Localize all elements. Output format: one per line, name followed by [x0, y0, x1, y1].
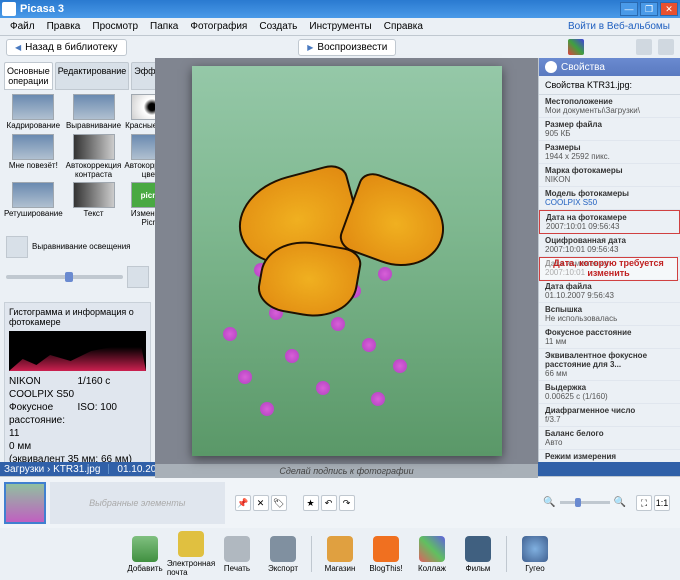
- property-row: Размеры1944 x 2592 пикс.: [539, 141, 680, 164]
- left-panel: Основные операции Редактирование Эффекты…: [0, 58, 155, 462]
- property-row: Дата изменения2007:10:01Дата, которую тр…: [539, 257, 680, 280]
- titlebar: Picasa 3 — ❐ ✕: [0, 0, 680, 18]
- property-row: МестоположениеМои документы\Загрузки\: [539, 95, 680, 118]
- properties-header: Свойства: [539, 58, 680, 76]
- property-row: ВспышкаНе использовалась: [539, 303, 680, 326]
- geotag-button[interactable]: Гугео: [513, 536, 557, 573]
- filmstrip-thumb[interactable]: [4, 482, 46, 524]
- zoom-slider[interactable]: [560, 501, 610, 504]
- properties-list[interactable]: МестоположениеМои документы\Загрузки\Раз…: [539, 95, 680, 462]
- slider-label: Выравнивание освещения: [32, 242, 131, 251]
- shop-button[interactable]: Магазин: [318, 536, 362, 573]
- fill-light-icon: [6, 236, 28, 258]
- annotation-label: Дата, которую требуется изменить: [539, 257, 678, 281]
- property-row: Дата на фотокамере2007:10:01 09:56:43: [539, 210, 680, 234]
- property-row: Марка фотокамерыNIKON: [539, 164, 680, 187]
- email-button[interactable]: Электронная почта: [169, 531, 213, 577]
- property-row: Размер файла905 КБ: [539, 118, 680, 141]
- tool-autocolor[interactable]: Автокоррекция цвета: [124, 134, 155, 180]
- properties-filename: Свойства KTR31.jpg:: [539, 76, 680, 95]
- property-row: Режим измеренияМатрица: [539, 450, 680, 462]
- property-row: Выдержка0.00625 с (1/160): [539, 381, 680, 404]
- histogram-panel: Гистограмма и информация о фотокамере NI…: [4, 302, 151, 462]
- tool-picnik[interactable]: picnikИзменить в Picnik: [124, 182, 155, 228]
- filmstrip: Выбранные элементы 📌 ✕ 🏷 ★ ↶ ↷ 🔍 🔍 ⛶ 1:1: [0, 476, 680, 528]
- fit-icon[interactable]: ⛶: [636, 495, 652, 511]
- gear-icon[interactable]: [545, 61, 557, 73]
- histogram-title: Гистограмма и информация о фотокамере: [9, 307, 146, 327]
- tool-lucky[interactable]: Мне повезёт!: [4, 134, 63, 180]
- menu-photo[interactable]: Фотография: [184, 21, 253, 32]
- menu-folder[interactable]: Папка: [144, 21, 184, 32]
- color-palette-icon[interactable]: [568, 39, 584, 55]
- tool-text[interactable]: Текст: [66, 182, 122, 228]
- minimize-button[interactable]: —: [620, 2, 638, 16]
- tab-edit[interactable]: Редактирование: [55, 62, 130, 90]
- actual-icon[interactable]: 1:1: [654, 495, 670, 511]
- photo[interactable]: [192, 66, 502, 456]
- export-button[interactable]: Экспорт: [261, 536, 305, 573]
- rotate-ccw-icon[interactable]: [636, 39, 652, 55]
- menu-help[interactable]: Справка: [378, 21, 429, 32]
- maximize-button[interactable]: ❐: [640, 2, 658, 16]
- signin-link[interactable]: Войти в Веб-альбомы: [562, 21, 676, 32]
- property-row: Фокусное расстояние11 мм: [539, 326, 680, 349]
- collage-button[interactable]: Коллаж: [410, 536, 454, 573]
- bottom-toolbar: Добавить Электронная почта Печать Экспор…: [0, 528, 680, 580]
- fill-light-slider[interactable]: [6, 275, 123, 279]
- zoom-in-icon[interactable]: 🔍: [614, 497, 626, 508]
- property-row: Диафрагменное числоf/3.7: [539, 404, 680, 427]
- reset-slider-icon[interactable]: [127, 266, 149, 288]
- menu-edit[interactable]: Правка: [41, 21, 87, 32]
- toolbar: ◀Назад в библиотеку ▶Воспроизвести: [0, 36, 680, 58]
- tab-basic[interactable]: Основные операции: [4, 62, 53, 90]
- tool-retouch[interactable]: Ретуширование: [4, 182, 63, 228]
- rotate-cw-icon[interactable]: [658, 39, 674, 55]
- film-button[interactable]: Фильм: [456, 536, 500, 573]
- menu-tools[interactable]: Инструменты: [303, 21, 377, 32]
- zoom-out-icon[interactable]: 🔍: [543, 497, 555, 508]
- menubar: Файл Правка Просмотр Папка Фотография Со…: [0, 18, 680, 36]
- histogram-chart: [9, 331, 146, 371]
- back-button[interactable]: ◀Назад в библиотеку: [6, 39, 127, 56]
- blog-button[interactable]: BlogThis!: [364, 536, 408, 573]
- hold-icon[interactable]: 📌: [235, 495, 251, 511]
- rotate-right-icon[interactable]: ↷: [339, 495, 355, 511]
- property-row: Дата файла01.10.2007 9:56:43: [539, 280, 680, 303]
- tool-crop[interactable]: Кадрирование: [4, 94, 63, 131]
- caption-input[interactable]: Сделай подпись к фотографии: [155, 464, 538, 478]
- tab-effects[interactable]: Эффекты: [131, 62, 155, 90]
- image-area: Сделай подпись к фотографии: [155, 58, 538, 462]
- shutter-speed: 1/160 с: [78, 375, 147, 401]
- menu-view[interactable]: Просмотр: [86, 21, 144, 32]
- status-file: Загрузки › KTR31.jpg: [4, 464, 100, 475]
- rotate-left-icon[interactable]: ↶: [321, 495, 337, 511]
- upload-button[interactable]: Добавить: [123, 536, 167, 573]
- tag-icon[interactable]: 🏷: [271, 495, 287, 511]
- star-icon[interactable]: ★: [303, 495, 319, 511]
- equiv-focal: (эквивалент 35 мм: 66 мм): [9, 453, 146, 462]
- window-title: Picasa 3: [20, 3, 618, 15]
- focal-length: Фокусное расстояние: 11: [9, 401, 78, 440]
- clear-icon[interactable]: ✕: [253, 495, 269, 511]
- tool-redeye[interactable]: Красные глаза: [124, 94, 155, 131]
- close-button[interactable]: ✕: [660, 2, 678, 16]
- play-button[interactable]: ▶Воспроизвести: [298, 39, 396, 56]
- tool-straighten[interactable]: Выравнивание: [66, 94, 122, 131]
- print-button[interactable]: Печать: [215, 536, 259, 573]
- property-row: Баланс белогоАвто: [539, 427, 680, 450]
- tool-autocontrast[interactable]: Автокоррекция контраста: [66, 134, 122, 180]
- app-icon: [2, 2, 16, 16]
- menu-create[interactable]: Создать: [253, 21, 303, 32]
- zoom-control[interactable]: 🔍 🔍: [543, 497, 626, 508]
- selection-tray[interactable]: Выбранные элементы: [50, 482, 225, 524]
- aperture: 0 мм: [9, 440, 78, 453]
- property-row: Эквивалентное фокусное расстояние для 3.…: [539, 349, 680, 381]
- iso-value: ISO: 100: [78, 401, 147, 440]
- camera-model: NIKON COOLPIX S50: [9, 375, 78, 401]
- properties-panel: Свойства Свойства KTR31.jpg: Местоположе…: [538, 58, 680, 462]
- property-row: Оцифрованная дата2007:10:01 09:56:43: [539, 234, 680, 257]
- property-row: Модель фотокамерыCOOLPIX S50: [539, 187, 680, 210]
- menu-file[interactable]: Файл: [4, 21, 41, 32]
